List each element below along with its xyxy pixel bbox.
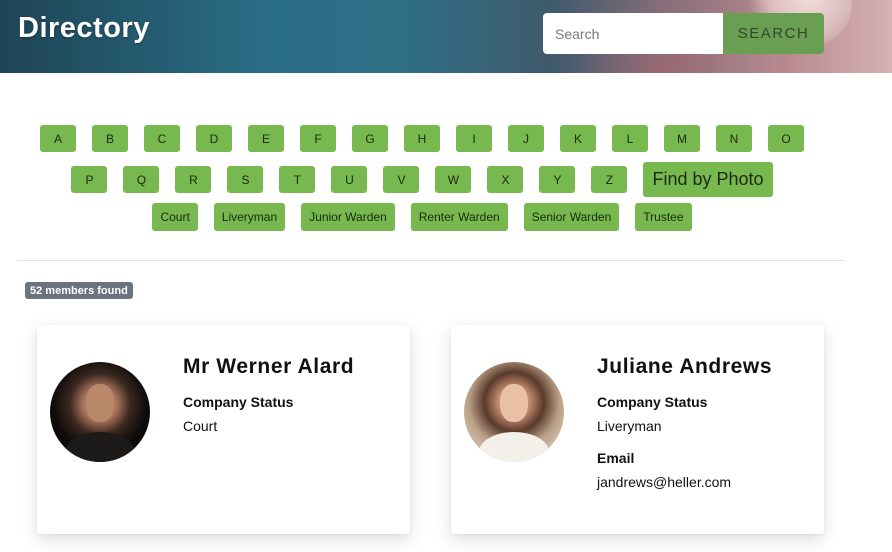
letter-filter-e[interactable]: E xyxy=(248,125,284,152)
find-by-photo-button[interactable]: Find by Photo xyxy=(643,162,773,197)
header-banner: Directory SEARCH xyxy=(0,0,892,73)
letter-filter-l[interactable]: L xyxy=(612,125,648,152)
page-title: Directory xyxy=(18,12,150,44)
company-status-value: Court xyxy=(183,418,218,434)
search-input[interactable] xyxy=(543,13,723,54)
letter-filter-j[interactable]: J xyxy=(508,125,544,152)
letter-filter-v[interactable]: V xyxy=(383,166,420,193)
email-link[interactable]: jandrews@heller.com xyxy=(597,474,731,490)
letter-filter-h[interactable]: H xyxy=(404,125,440,152)
role-filter-row: Court Liveryman Junior Warden Renter War… xyxy=(0,203,844,231)
avatar xyxy=(50,362,150,462)
letter-filter-o[interactable]: O xyxy=(768,125,804,152)
role-filter-renter-warden[interactable]: Renter Warden xyxy=(410,203,508,231)
search-button[interactable]: SEARCH xyxy=(723,13,824,54)
avatar xyxy=(464,362,564,462)
avatar-shirt xyxy=(65,432,135,462)
letter-filter-y[interactable]: Y xyxy=(539,166,576,193)
letter-filter-n[interactable]: N xyxy=(716,125,752,152)
letter-filter-t[interactable]: T xyxy=(279,166,316,193)
member-card[interactable]: Mr Werner Alard Company Status Court xyxy=(37,325,410,534)
company-status-value: Liveryman xyxy=(597,418,662,434)
results-count-badge: 52 members found xyxy=(25,282,133,299)
letter-filter-g[interactable]: G xyxy=(352,125,388,152)
letter-filter-r[interactable]: R xyxy=(175,166,212,193)
email-label: Email xyxy=(597,450,635,466)
avatar-face xyxy=(500,384,528,422)
member-card[interactable]: Juliane Andrews Company Status Liveryman… xyxy=(451,325,824,534)
divider xyxy=(17,260,844,261)
letter-filter-k[interactable]: K xyxy=(560,125,596,152)
letter-filter-f[interactable]: F xyxy=(300,125,336,152)
letter-filter-m[interactable]: M xyxy=(664,125,700,152)
avatar-face xyxy=(86,384,114,422)
avatar-shirt xyxy=(479,432,549,462)
company-status-label: Company Status xyxy=(183,394,294,410)
letter-filter-u[interactable]: U xyxy=(331,166,368,193)
letter-filter-c[interactable]: C xyxy=(144,125,180,152)
role-filter-trustee[interactable]: Trustee xyxy=(635,203,692,231)
directory-filters: A B C D E F G H I J K L M N O P Q R S T … xyxy=(0,125,844,245)
company-status-label: Company Status xyxy=(597,394,708,410)
letter-filter-s[interactable]: S xyxy=(227,166,264,193)
letter-filter-i[interactable]: I xyxy=(456,125,492,152)
letter-filter-a[interactable]: A xyxy=(40,125,76,152)
role-filter-court[interactable]: Court xyxy=(152,203,198,231)
member-name[interactable]: Juliane Andrews xyxy=(597,355,772,379)
letter-filter-row: A B C D E F G H I J K L M N O xyxy=(0,125,844,152)
role-filter-liveryman[interactable]: Liveryman xyxy=(213,203,286,231)
member-name[interactable]: Mr Werner Alard xyxy=(183,355,354,379)
letter-filter-d[interactable]: D xyxy=(196,125,232,152)
letter-filter-x[interactable]: X xyxy=(487,166,524,193)
letter-filter-row: P Q R S T U V W X Y Z Find by Photo xyxy=(0,162,844,197)
letter-filter-b[interactable]: B xyxy=(92,125,128,152)
letter-filter-z[interactable]: Z xyxy=(591,166,628,193)
role-filter-junior-warden[interactable]: Junior Warden xyxy=(301,203,395,231)
letter-filter-w[interactable]: W xyxy=(435,166,472,193)
letter-filter-p[interactable]: P xyxy=(71,166,108,193)
letter-filter-q[interactable]: Q xyxy=(123,166,160,193)
role-filter-senior-warden[interactable]: Senior Warden xyxy=(523,203,620,231)
